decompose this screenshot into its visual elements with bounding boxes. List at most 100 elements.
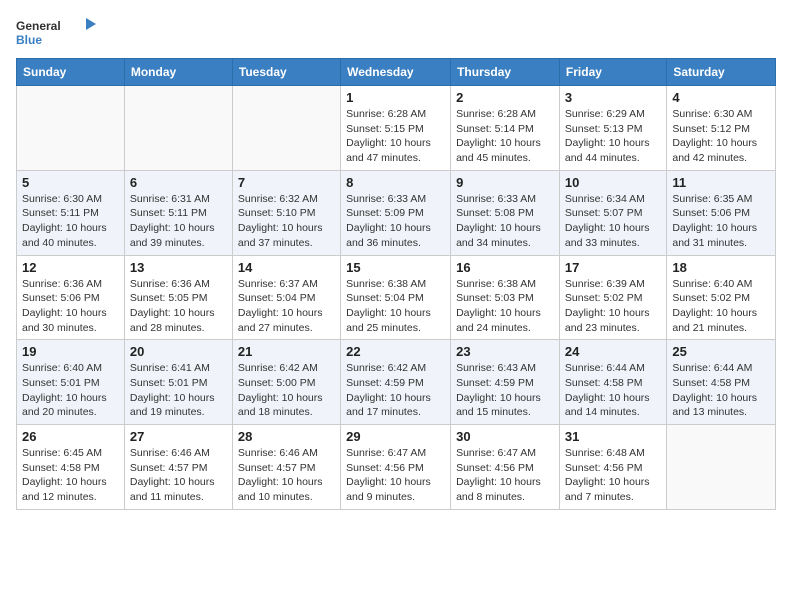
day-number: 11 [672,175,770,190]
column-header-sunday: Sunday [17,59,125,86]
day-number: 29 [346,429,445,444]
day-info: Sunrise: 6:41 AM Sunset: 5:01 PM Dayligh… [130,361,227,420]
calendar-cell: 18 Sunrise: 6:40 AM Sunset: 5:02 PM Dayli… [667,255,776,340]
day-info: Sunrise: 6:38 AM Sunset: 5:04 PM Dayligh… [346,277,445,336]
day-info: Sunrise: 6:42 AM Sunset: 5:00 PM Dayligh… [238,361,335,420]
calendar-week-row: 1Sunrise: 6:28 AM Sunset: 5:15 PM Daylig… [17,86,776,171]
day-info: Sunrise: 6:33 AM Sunset: 5:09 PM Dayligh… [346,192,445,251]
calendar-cell: 8Sunrise: 6:33 AM Sunset: 5:09 PM Daylig… [341,170,451,255]
calendar-cell: 16 Sunrise: 6:38 AM Sunset: 5:03 PM Dayli… [451,255,560,340]
day-number: 9 [456,175,554,190]
calendar-cell [17,86,125,171]
day-number: 6 [130,175,227,190]
calendar-cell [124,86,232,171]
calendar-cell: 19Sunrise: 6:40 AM Sunset: 5:01 PM Dayli… [17,340,125,425]
day-number: 20 [130,344,227,359]
calendar-cell: 5 Sunrise: 6:30 AM Sunset: 5:11 PM Daylig… [17,170,125,255]
day-info: Sunrise: 6:31 AM Sunset: 5:11 PM Dayligh… [130,192,227,251]
calendar-cell: 7Sunrise: 6:32 AM Sunset: 5:10 PM Daylig… [232,170,340,255]
calendar-cell: 3Sunrise: 6:29 AM Sunset: 5:13 PM Daylig… [559,86,666,171]
day-info: Sunrise: 6:45 AM Sunset: 4:58 PM Dayligh… [22,446,119,505]
day-info: Sunrise: 6:28 AM Sunset: 5:14 PM Dayligh… [456,107,554,166]
calendar-cell: 30Sunrise: 6:47 AM Sunset: 4:56 PM Dayli… [451,425,560,510]
calendar-week-row: 12 Sunrise: 6:36 AM Sunset: 5:06 PM Dayli… [17,255,776,340]
day-info: Sunrise: 6:36 AM Sunset: 5:05 PM Dayligh… [130,277,227,336]
column-header-saturday: Saturday [667,59,776,86]
calendar-cell: 27 Sunrise: 6:46 AM Sunset: 4:57 PM Dayli… [124,425,232,510]
calendar-cell: 29 Sunrise: 6:47 AM Sunset: 4:56 PM Dayli… [341,425,451,510]
day-info: Sunrise: 6:40 AM Sunset: 5:02 PM Dayligh… [672,277,770,336]
day-info: Sunrise: 6:35 AM Sunset: 5:06 PM Dayligh… [672,192,770,251]
day-info: Sunrise: 6:32 AM Sunset: 5:10 PM Dayligh… [238,192,335,251]
calendar-cell: 1Sunrise: 6:28 AM Sunset: 5:15 PM Daylig… [341,86,451,171]
day-info: Sunrise: 6:28 AM Sunset: 5:15 PM Dayligh… [346,107,445,166]
calendar-week-row: 26 Sunrise: 6:45 AM Sunset: 4:58 PM Dayli… [17,425,776,510]
calendar-cell: 11 Sunrise: 6:35 AM Sunset: 5:06 PM Dayli… [667,170,776,255]
day-info: Sunrise: 6:44 AM Sunset: 4:58 PM Dayligh… [565,361,661,420]
day-number: 18 [672,260,770,275]
day-number: 26 [22,429,119,444]
day-number: 23 [456,344,554,359]
day-info: Sunrise: 6:47 AM Sunset: 4:56 PM Dayligh… [346,446,445,505]
day-info: Sunrise: 6:43 AM Sunset: 4:59 PM Dayligh… [456,361,554,420]
calendar-cell: 17Sunrise: 6:39 AM Sunset: 5:02 PM Dayli… [559,255,666,340]
calendar-cell: 4Sunrise: 6:30 AM Sunset: 5:12 PM Daylig… [667,86,776,171]
calendar-cell: 10 Sunrise: 6:34 AM Sunset: 5:07 PM Dayli… [559,170,666,255]
calendar-week-row: 19Sunrise: 6:40 AM Sunset: 5:01 PM Dayli… [17,340,776,425]
day-number: 4 [672,90,770,105]
calendar-cell: 9 Sunrise: 6:33 AM Sunset: 5:08 PM Daylig… [451,170,560,255]
page-header: General Blue [16,16,776,48]
column-header-friday: Friday [559,59,666,86]
day-number: 31 [565,429,661,444]
calendar-cell [232,86,340,171]
day-number: 14 [238,260,335,275]
day-info: Sunrise: 6:34 AM Sunset: 5:07 PM Dayligh… [565,192,661,251]
column-header-tuesday: Tuesday [232,59,340,86]
day-number: 27 [130,429,227,444]
calendar-cell: 2 Sunrise: 6:28 AM Sunset: 5:14 PM Daylig… [451,86,560,171]
day-info: Sunrise: 6:46 AM Sunset: 4:57 PM Dayligh… [130,446,227,505]
logo: General Blue [16,16,96,48]
calendar-cell: 21 Sunrise: 6:42 AM Sunset: 5:00 PM Dayli… [232,340,340,425]
day-info: Sunrise: 6:44 AM Sunset: 4:58 PM Dayligh… [672,361,770,420]
calendar-cell: 26 Sunrise: 6:45 AM Sunset: 4:58 PM Dayli… [17,425,125,510]
day-number: 24 [565,344,661,359]
calendar-cell: 15 Sunrise: 6:38 AM Sunset: 5:04 PM Dayli… [341,255,451,340]
column-header-wednesday: Wednesday [341,59,451,86]
day-number: 10 [565,175,661,190]
calendar-table: SundayMondayTuesdayWednesdayThursdayFrid… [16,58,776,510]
logo-icon: General Blue [16,16,96,48]
svg-text:Blue: Blue [16,33,42,47]
day-number: 5 [22,175,119,190]
calendar-cell: 24 Sunrise: 6:44 AM Sunset: 4:58 PM Dayli… [559,340,666,425]
day-info: Sunrise: 6:30 AM Sunset: 5:11 PM Dayligh… [22,192,119,251]
day-info: Sunrise: 6:29 AM Sunset: 5:13 PM Dayligh… [565,107,661,166]
day-number: 15 [346,260,445,275]
svg-text:General: General [16,19,61,33]
column-header-monday: Monday [124,59,232,86]
calendar-cell: 13 Sunrise: 6:36 AM Sunset: 5:05 PM Dayli… [124,255,232,340]
day-number: 22 [346,344,445,359]
day-number: 17 [565,260,661,275]
calendar-cell: 20 Sunrise: 6:41 AM Sunset: 5:01 PM Dayli… [124,340,232,425]
calendar-cell: 22 Sunrise: 6:42 AM Sunset: 4:59 PM Dayli… [341,340,451,425]
calendar-cell: 31 Sunrise: 6:48 AM Sunset: 4:56 PM Dayli… [559,425,666,510]
day-info: Sunrise: 6:48 AM Sunset: 4:56 PM Dayligh… [565,446,661,505]
day-info: Sunrise: 6:33 AM Sunset: 5:08 PM Dayligh… [456,192,554,251]
calendar-week-row: 5 Sunrise: 6:30 AM Sunset: 5:11 PM Daylig… [17,170,776,255]
day-info: Sunrise: 6:40 AM Sunset: 5:01 PM Dayligh… [22,361,119,420]
day-info: Sunrise: 6:38 AM Sunset: 5:03 PM Dayligh… [456,277,554,336]
day-info: Sunrise: 6:46 AM Sunset: 4:57 PM Dayligh… [238,446,335,505]
calendar-cell: 25Sunrise: 6:44 AM Sunset: 4:58 PM Dayli… [667,340,776,425]
calendar-cell: 6 Sunrise: 6:31 AM Sunset: 5:11 PM Daylig… [124,170,232,255]
day-number: 12 [22,260,119,275]
calendar-cell: 28Sunrise: 6:46 AM Sunset: 4:57 PM Dayli… [232,425,340,510]
day-number: 16 [456,260,554,275]
day-info: Sunrise: 6:42 AM Sunset: 4:59 PM Dayligh… [346,361,445,420]
day-number: 21 [238,344,335,359]
day-number: 2 [456,90,554,105]
day-info: Sunrise: 6:37 AM Sunset: 5:04 PM Dayligh… [238,277,335,336]
day-info: Sunrise: 6:36 AM Sunset: 5:06 PM Dayligh… [22,277,119,336]
calendar-cell: 14 Sunrise: 6:37 AM Sunset: 5:04 PM Dayli… [232,255,340,340]
day-number: 13 [130,260,227,275]
